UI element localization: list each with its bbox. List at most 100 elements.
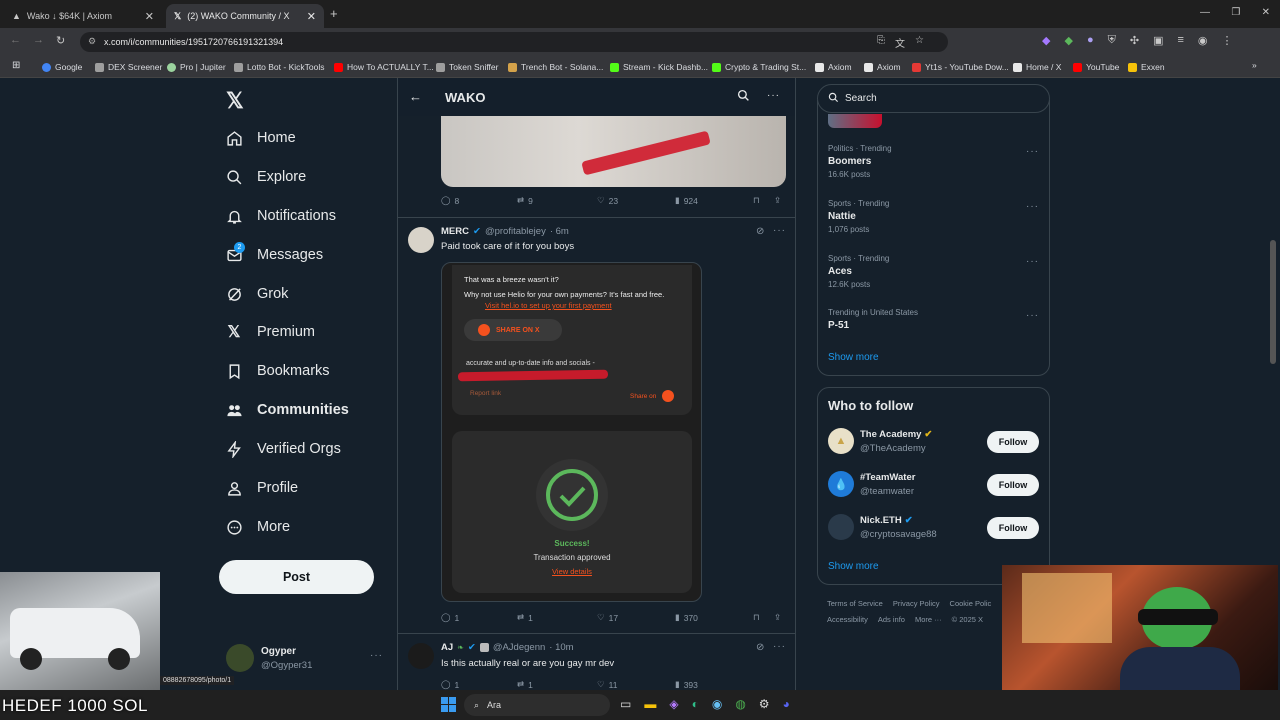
grok-icon[interactable]: ⊘ xyxy=(756,642,764,653)
header-more-icon[interactable]: ··· xyxy=(767,90,780,101)
site-info-icon[interactable]: ⚙ xyxy=(88,36,96,47)
reply-button[interactable]: ◯ 8 xyxy=(441,195,459,206)
extension-phantom-icon[interactable]: ● xyxy=(1087,34,1094,47)
profile-avatar-icon[interactable]: ◉ xyxy=(1198,34,1208,47)
bookmark-item[interactable]: Lotto Bot - KickTools xyxy=(234,60,324,74)
footer-link[interactable]: More ··· xyxy=(915,615,942,624)
like-button[interactable]: ♡ 23 xyxy=(597,195,618,206)
trend-more-icon[interactable]: ··· xyxy=(1026,146,1039,157)
view-details-link[interactable]: View details xyxy=(452,567,692,576)
footer-link[interactable]: Terms of Service xyxy=(827,599,883,608)
author-name[interactable]: MERC xyxy=(441,226,469,237)
sidebar-item-bookmarks[interactable]: Bookmarks xyxy=(225,359,330,383)
footer-link[interactable]: Ads info xyxy=(878,615,905,624)
repost-button[interactable]: ⇄ 1 xyxy=(517,679,533,690)
author-handle[interactable]: @AJdegenn xyxy=(493,642,545,653)
chrome-menu-icon[interactable]: ⋮ xyxy=(1222,34,1233,47)
search-icon[interactable] xyxy=(737,89,750,107)
show-more-link[interactable]: Show more xyxy=(828,561,879,572)
bookmark-item[interactable]: Token Sniffer xyxy=(436,60,498,74)
trend-more-icon[interactable]: ··· xyxy=(1026,310,1039,321)
follow-button[interactable]: Follow xyxy=(987,474,1039,496)
sidebar-item-verified-orgs[interactable]: Verified Orgs xyxy=(225,437,341,461)
share-icon[interactable]: ⇪ xyxy=(774,195,781,206)
reply-button[interactable]: ◯ 1 xyxy=(441,612,459,623)
bookmark-item[interactable]: Axiom xyxy=(864,60,901,74)
steam-icon[interactable]: ◉ xyxy=(712,697,722,711)
bookmark-item[interactable]: Google xyxy=(42,60,82,74)
task-view-icon[interactable]: ▭ xyxy=(620,697,631,711)
bookmark-item[interactable]: Stream - Kick Dashb... xyxy=(610,60,708,74)
views-button[interactable]: ▮ 370 xyxy=(675,612,698,623)
share-icon[interactable]: ⇪ xyxy=(774,612,781,623)
sidebar-item-premium[interactable]: 𝕏 Premium xyxy=(225,320,315,344)
minimize-icon[interactable]: — xyxy=(1200,7,1210,18)
post-button[interactable]: Post xyxy=(219,560,374,594)
back-nav-icon[interactable]: ← xyxy=(10,34,21,47)
reload-icon[interactable]: ↻ xyxy=(56,34,65,47)
footer-link[interactable]: Accessibility xyxy=(827,615,868,624)
forward-nav-icon[interactable]: → xyxy=(33,34,44,47)
follow-suggestion[interactable]: Nick.ETH ✔ @cryptosavage88 Follow xyxy=(828,514,1040,544)
views-button[interactable]: ▮ 393 xyxy=(675,679,698,690)
chrome-icon[interactable]: ◍ xyxy=(735,697,745,711)
bookmark-item[interactable]: How To ACTUALLY T... xyxy=(334,60,434,74)
like-button[interactable]: ♡ 17 xyxy=(597,612,618,623)
scrollbar-thumb[interactable] xyxy=(1270,240,1276,364)
tab-close-icon[interactable]: ✕ xyxy=(145,10,154,23)
trend-item[interactable]: Sports · Trending Aces 12.6K posts xyxy=(828,254,889,289)
bookmark-item[interactable]: YouTube xyxy=(1073,60,1119,74)
show-more-link[interactable]: Show more xyxy=(828,352,879,363)
settings-gear-icon[interactable]: ⚙ xyxy=(759,697,770,711)
tab-close-icon[interactable]: ✕ xyxy=(307,10,316,23)
bookmarks-overflow-icon[interactable]: » xyxy=(1252,60,1257,70)
avatar[interactable] xyxy=(408,643,434,669)
sidepanel-icon[interactable]: ▣ xyxy=(1153,34,1163,47)
star-icon[interactable]: ☆ xyxy=(915,35,924,50)
translate-icon[interactable]: 文 xyxy=(895,35,905,50)
follow-suggestion[interactable]: 💧 #TeamWater @teamwater Follow xyxy=(828,471,1040,501)
post-time[interactable]: · 6m xyxy=(550,226,569,237)
author-name[interactable]: AJ xyxy=(441,642,453,653)
extension-green-icon[interactable]: ◆ xyxy=(1064,34,1072,47)
taskbar-search[interactable]: ⌕ Ara xyxy=(464,694,610,716)
file-explorer-icon[interactable]: ▬ xyxy=(644,697,656,711)
bookmark-item[interactable]: Yt1s - YouTube Dow... xyxy=(912,60,1009,74)
discord-icon[interactable]: ◕ xyxy=(783,697,790,711)
copilot-icon[interactable]: ◈ xyxy=(669,697,678,711)
sidebar-item-profile[interactable]: Profile xyxy=(225,476,298,500)
follow-button[interactable]: Follow xyxy=(987,431,1039,453)
browser-tab-axiom[interactable]: ▲ Wako ↓ $64K | Axiom ✕ xyxy=(4,4,162,28)
author-handle[interactable]: @profitablejey xyxy=(485,226,546,237)
bookmark-item[interactable]: Exxen xyxy=(1128,60,1165,74)
close-window-icon[interactable]: ✕ xyxy=(1262,7,1270,18)
views-button[interactable]: ▮ 924 xyxy=(675,195,698,206)
address-bar[interactable]: ⚙ x.com/i/communities/195172076619132139… xyxy=(80,32,948,52)
menu-list-icon[interactable]: ≡ xyxy=(1177,34,1183,47)
bookmark-icon[interactable]: ⊓ xyxy=(753,195,760,206)
bookmark-item[interactable]: Axiom xyxy=(815,60,852,74)
share-on-link[interactable]: Share on xyxy=(630,390,675,402)
repost-button[interactable]: ⇄ 9 xyxy=(517,195,533,206)
trend-item[interactable]: Politics · Trending Boomers 16.6K posts xyxy=(828,144,892,179)
follow-button[interactable]: Follow xyxy=(987,517,1039,539)
extension-shield-icon[interactable]: ⛨ xyxy=(1108,34,1116,47)
repost-button[interactable]: ⇄ 1 xyxy=(517,612,533,623)
avatar[interactable] xyxy=(408,227,434,253)
post-more-icon[interactable]: ··· xyxy=(773,225,786,236)
sidebar-item-home[interactable]: Home xyxy=(225,126,296,150)
apps-grid-icon[interactable]: ⊞ xyxy=(12,60,20,71)
reply-button[interactable]: ◯ 1 xyxy=(441,679,459,690)
sidebar-item-more[interactable]: More xyxy=(225,515,290,539)
bookmark-item[interactable]: Trench Bot - Solana... xyxy=(508,60,603,74)
back-arrow-icon[interactable]: ← xyxy=(409,89,422,104)
post-time[interactable]: · 10m xyxy=(549,642,573,653)
grok-icon[interactable]: ⊘ xyxy=(756,226,764,237)
windows-start-icon[interactable] xyxy=(441,697,456,712)
post-more-icon[interactable]: ··· xyxy=(773,641,786,652)
bookmark-item[interactable]: DEX Screener xyxy=(95,60,162,74)
trend-more-icon[interactable]: ··· xyxy=(1026,256,1039,267)
maximize-icon[interactable]: ❐ xyxy=(1231,7,1240,18)
bookmark-item[interactable]: Pro | Jupiter xyxy=(167,60,226,74)
x-logo-icon[interactable]: 𝕏 xyxy=(226,88,244,114)
